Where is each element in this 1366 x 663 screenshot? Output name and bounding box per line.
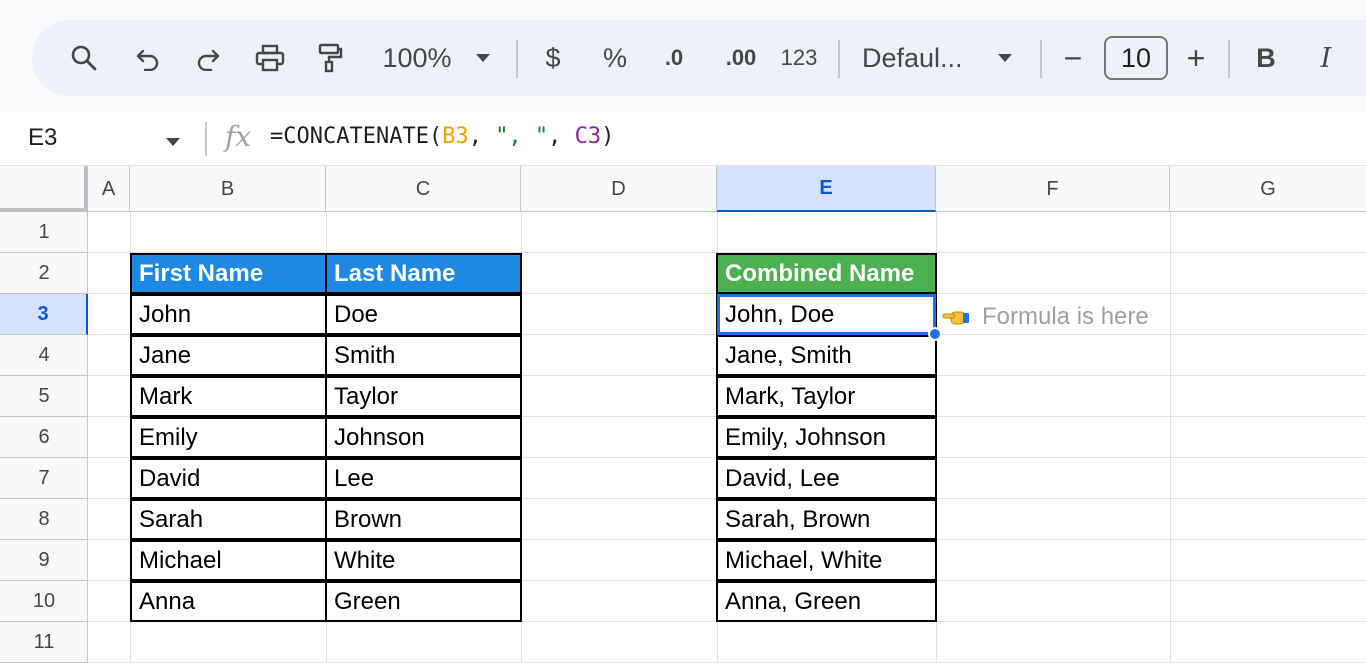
row-header-6[interactable]: 6 <box>0 417 88 458</box>
cell-c10[interactable]: Green <box>325 581 522 622</box>
zoom-select[interactable]: 100% <box>372 20 462 96</box>
formula-arg-c3: C3 <box>574 124 602 149</box>
row-header-10[interactable]: 10 <box>0 581 88 622</box>
formula-separator: , <box>468 124 496 149</box>
formula-input[interactable]: =CONCATENATE(B3, ", ", C3) <box>270 124 614 149</box>
font-dropdown-icon[interactable] <box>992 20 1018 96</box>
row-header-8[interactable]: 8 <box>0 499 88 540</box>
cell-b10[interactable]: Anna <box>130 581 327 622</box>
toolbar-divider <box>1040 40 1042 78</box>
cell-b9[interactable]: Michael <box>130 540 327 581</box>
cell-c7[interactable]: Lee <box>325 458 522 499</box>
column-header-e[interactable]: E <box>717 166 936 212</box>
print-icon[interactable] <box>250 20 290 96</box>
pointing-hand-icon <box>942 307 970 327</box>
toolbar-area: 100% $ % .0 .00 123 Defaul... − 10 + B I <box>0 0 1366 112</box>
more-formats-button[interactable]: 123 <box>776 20 822 96</box>
currency-format-button[interactable]: $ <box>538 20 568 96</box>
italic-button[interactable]: I <box>1308 20 1344 96</box>
cell-c5[interactable]: Taylor <box>325 376 522 417</box>
formula-arg-string: ", " <box>495 124 549 149</box>
grid-line <box>1170 212 1171 663</box>
column-header-d[interactable]: D <box>521 166 717 212</box>
row-header-9[interactable]: 9 <box>0 540 88 581</box>
cell-b5[interactable]: Mark <box>130 376 327 417</box>
formula-bar: E3 fx =CONCATENATE(B3, ", ", C3) <box>0 112 1366 166</box>
cell-e6[interactable]: Emily, Johnson <box>716 417 937 458</box>
decrease-decimal-label: .0 <box>664 45 684 70</box>
formula-prefix: =CONCATENATE( <box>270 124 443 149</box>
column-headers: A B C D E F G <box>0 166 1366 212</box>
row-header-2[interactable]: 2 <box>0 253 88 294</box>
increase-decimal-label: .00 <box>725 45 757 70</box>
cell-e10[interactable]: Anna, Green <box>716 581 937 622</box>
redo-icon[interactable] <box>188 20 228 96</box>
formula-bar-divider <box>205 122 207 156</box>
paint-format-icon[interactable] <box>310 20 350 96</box>
column-header-f[interactable]: F <box>936 166 1170 212</box>
cell-c6[interactable]: Johnson <box>325 417 522 458</box>
row-header-5[interactable]: 5 <box>0 376 88 417</box>
search-icon[interactable] <box>62 20 106 96</box>
column-header-c[interactable]: C <box>326 166 521 212</box>
decrease-decimal-button[interactable]: .0 <box>652 20 696 96</box>
row-header-11[interactable]: 11 <box>0 622 88 663</box>
cell-e5[interactable]: Mark, Taylor <box>716 376 937 417</box>
cell-e3[interactable]: John, Doe <box>716 294 937 335</box>
toolbar-divider <box>516 40 518 78</box>
formula-note-text: Formula is here <box>982 302 1149 330</box>
cell-b3[interactable]: John <box>130 294 327 335</box>
font-select[interactable]: Defaul... <box>862 20 974 96</box>
cell-e4[interactable]: Jane, Smith <box>716 335 937 376</box>
increase-decimal-button[interactable]: .00 <box>716 20 766 96</box>
column-header-b[interactable]: B <box>130 166 326 212</box>
undo-icon[interactable] <box>128 20 168 96</box>
percent-format-button[interactable]: % <box>598 20 632 96</box>
name-box-dropdown-icon[interactable] <box>165 134 181 152</box>
cell-c3[interactable]: Doe <box>325 294 522 335</box>
cell-e8[interactable]: Sarah, Brown <box>716 499 937 540</box>
row-headers: 1 2 3 4 5 6 7 8 9 10 11 <box>0 212 88 663</box>
cell-b6[interactable]: Emily <box>130 417 327 458</box>
row-header-7[interactable]: 7 <box>0 458 88 499</box>
font-size-input[interactable]: 10 <box>1104 36 1168 80</box>
cell-b2-header[interactable]: First Name <box>130 253 327 294</box>
cell-e7[interactable]: David, Lee <box>716 458 937 499</box>
name-box[interactable]: E3 <box>28 124 57 152</box>
cell-c2-header[interactable]: Last Name <box>325 253 522 294</box>
fx-icon: fx <box>225 120 252 153</box>
bold-button[interactable]: B <box>1248 20 1284 96</box>
decrease-font-size-button[interactable]: − <box>1056 20 1090 96</box>
formula-note: Formula is here <box>942 296 1149 337</box>
formula-arg-b3: B3 <box>442 124 469 149</box>
toolbar-divider <box>1228 40 1230 78</box>
formula-separator: , <box>548 124 575 149</box>
row-header-1[interactable]: 1 <box>0 212 88 253</box>
select-all-corner[interactable] <box>0 166 88 212</box>
cell-b4[interactable]: Jane <box>130 335 327 376</box>
toolbar-divider <box>838 40 840 78</box>
column-header-g[interactable]: G <box>1170 166 1366 212</box>
cell-e2-header[interactable]: Combined Name <box>716 253 937 294</box>
cell-c8[interactable]: Brown <box>325 499 522 540</box>
formula-suffix: ) <box>601 124 615 149</box>
column-header-a[interactable]: A <box>88 166 130 212</box>
cell-b8[interactable]: Sarah <box>130 499 327 540</box>
row-header-4[interactable]: 4 <box>0 335 88 376</box>
increase-font-size-button[interactable]: + <box>1178 20 1214 96</box>
cell-e9[interactable]: Michael, White <box>716 540 937 581</box>
toolbar: 100% $ % .0 .00 123 Defaul... − 10 + B I <box>32 20 1366 96</box>
cell-c4[interactable]: Smith <box>325 335 522 376</box>
zoom-dropdown-icon[interactable] <box>470 20 496 96</box>
row-header-3[interactable]: 3 <box>0 294 88 335</box>
fill-handle[interactable] <box>928 327 942 341</box>
cell-b7[interactable]: David <box>130 458 327 499</box>
cell-c9[interactable]: White <box>325 540 522 581</box>
